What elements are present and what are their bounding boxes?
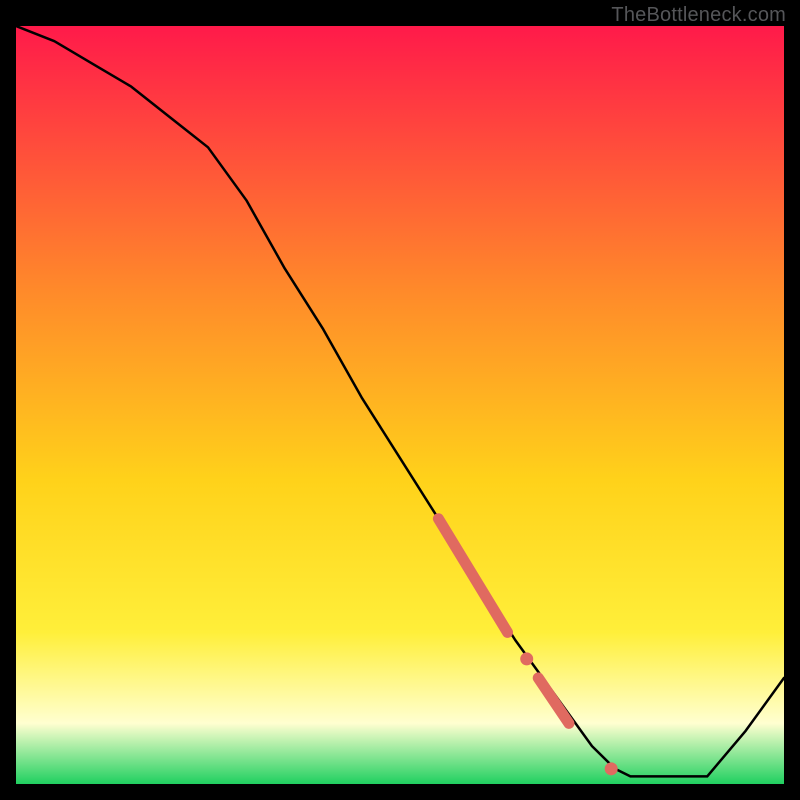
gradient-background <box>16 26 784 784</box>
bottleneck-chart <box>16 26 784 784</box>
watermark-text: TheBottleneck.com <box>611 4 786 27</box>
marker-dot <box>520 652 533 665</box>
marker-dot <box>605 762 618 775</box>
chart-frame <box>16 26 784 784</box>
